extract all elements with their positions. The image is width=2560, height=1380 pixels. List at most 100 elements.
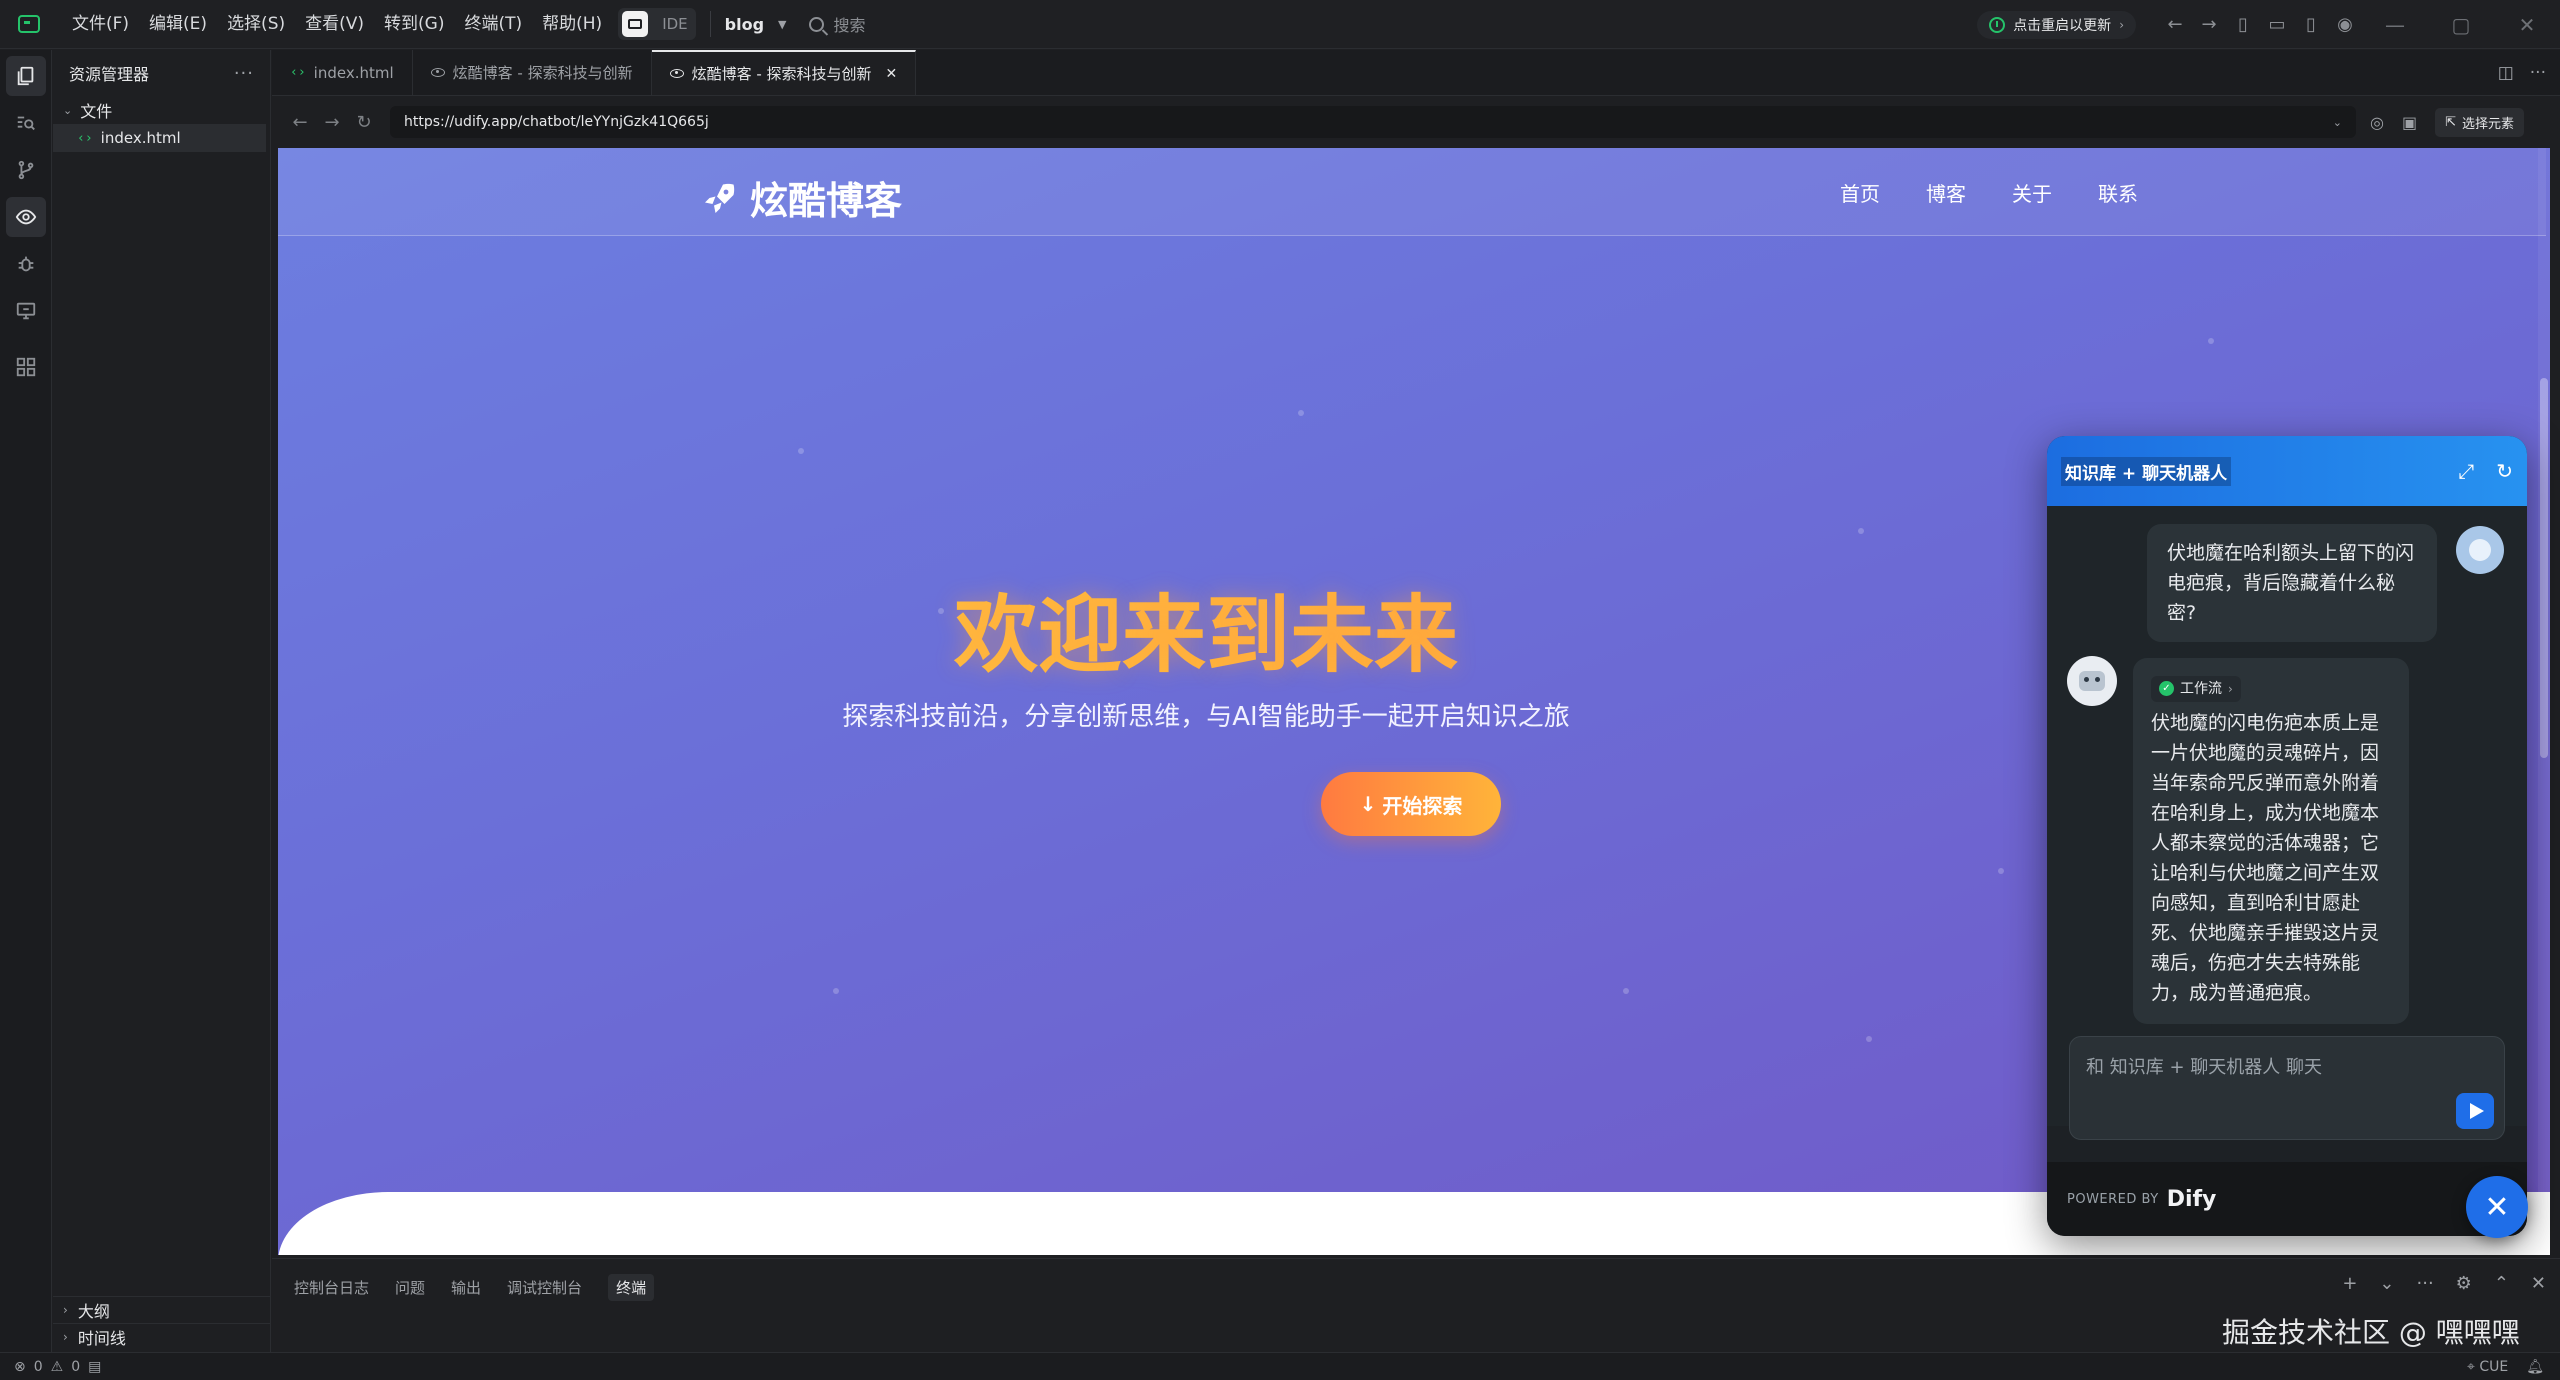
chevron-down-icon[interactable]: ⌄ xyxy=(2333,116,2342,129)
tab-index-html[interactable]: ‹› index.html xyxy=(272,50,413,95)
source-control-activity[interactable] xyxy=(6,150,46,190)
menu-edit[interactable]: 编辑(E) xyxy=(139,0,217,49)
debug-activity[interactable] xyxy=(6,244,46,284)
url-input[interactable]: https://udify.app/chatbot/leYYnjGzk41Q66… xyxy=(390,106,2356,138)
maximize-icon[interactable]: ▢ xyxy=(2428,13,2494,37)
search-activity[interactable] xyxy=(6,103,46,143)
remote-activity[interactable] xyxy=(6,291,46,331)
maximize-panel-icon[interactable]: ⌃ xyxy=(2494,1273,2509,1294)
refresh-icon[interactable]: ↻ xyxy=(2496,459,2513,483)
settings-sliders-icon[interactable]: ⚙ xyxy=(2456,1273,2472,1294)
outline-section[interactable]: › 大纲 xyxy=(53,1296,271,1323)
search-placeholder: 搜索 xyxy=(833,16,866,35)
check-circle-icon: ✓ xyxy=(2159,681,2174,696)
bottom-panel: 控制台日志 问题 输出 调试控制台 终端 + ⌄ ··· ⚙ ⌃ ✕ 掘金技术社… xyxy=(272,1258,2560,1380)
user-message: 伏地魔在哈利额头上留下的闪电疤痕，背后隐藏着什么秘密? xyxy=(2147,524,2437,642)
particle xyxy=(1858,528,1864,534)
account-icon[interactable]: ◉ xyxy=(2328,14,2362,35)
close-chat-button[interactable]: ✕ xyxy=(2466,1176,2528,1238)
site-logo[interactable]: 炫酷博客 xyxy=(702,170,902,225)
file-index-html[interactable]: ‹› index.html xyxy=(53,124,266,152)
nav-home[interactable]: 首页 xyxy=(1840,178,1880,207)
warning-count[interactable]: 0 xyxy=(71,1359,80,1375)
more-actions-icon[interactable]: ··· xyxy=(2530,63,2546,83)
project-name: blog xyxy=(724,14,765,34)
ai-status-label: CUE xyxy=(2479,1359,2509,1375)
menu-go[interactable]: 转到(G) xyxy=(374,0,454,49)
dify-logo[interactable]: Dify xyxy=(2167,1187,2217,1212)
chat-input[interactable]: 和 知识库 + 聊天机器人 聊天 xyxy=(2069,1036,2505,1140)
menu-file[interactable]: 文件(F) xyxy=(62,0,139,49)
split-editor-icon[interactable]: ◫ xyxy=(2498,63,2514,83)
menu-view[interactable]: 查看(V) xyxy=(295,0,374,49)
close-window-icon[interactable]: ✕ xyxy=(2494,13,2560,37)
tab-console-log[interactable]: 控制台日志 xyxy=(294,1277,369,1298)
forward-icon[interactable]: → xyxy=(316,112,348,133)
extensions-activity[interactable] xyxy=(6,347,46,387)
start-explore-button[interactable]: ↓ 开始探索 xyxy=(1321,772,1501,836)
tab-output[interactable]: 输出 xyxy=(451,1277,481,1298)
pick-element-label: 选择元素 xyxy=(2462,116,2515,132)
ai-status[interactable]: ⌖ CUE xyxy=(2467,1359,2508,1375)
title-bar: 文件(F) 编辑(E) 选择(S) 查看(V) 转到(G) 终端(T) 帮助(H… xyxy=(0,0,2560,49)
tab-preview-1[interactable]: 炫酷博客 - 探索科技与创新 xyxy=(413,50,652,95)
nav-contact[interactable]: 联系 xyxy=(2098,178,2138,207)
menu-help[interactable]: 帮助(H) xyxy=(532,0,612,49)
back-icon[interactable]: ← xyxy=(284,112,316,133)
explorer-activity[interactable] xyxy=(6,56,46,96)
menu-selection[interactable]: 选择(S) xyxy=(217,0,295,49)
notifications-icon[interactable]: 🔔︎ xyxy=(2526,1359,2544,1375)
ports-icon[interactable]: ▤ xyxy=(88,1359,101,1375)
chevron-right-icon: › xyxy=(2228,681,2233,696)
more-icon[interactable]: ··· xyxy=(2417,1273,2434,1294)
more-icon[interactable]: ··· xyxy=(234,63,254,84)
command-search[interactable]: 搜索 xyxy=(808,12,866,36)
url-text: https://udify.app/chatbot/leYYnjGzk41Q66… xyxy=(404,114,709,130)
add-terminal-icon[interactable]: + xyxy=(2342,1273,2357,1294)
ide-label: IDE xyxy=(662,15,688,33)
tab-label: index.html xyxy=(313,63,394,82)
status-right: ⌖ CUE 🔔︎ xyxy=(2467,1353,2544,1380)
timeline-section[interactable]: › 时间线 xyxy=(53,1323,271,1350)
panel-tabs: 控制台日志 问题 输出 调试控制台 终端 xyxy=(272,1259,2560,1315)
monitor-icon xyxy=(16,302,36,320)
tab-preview-2[interactable]: 炫酷博客 - 探索科技与创新 ✕ xyxy=(651,50,917,95)
app-logo-icon xyxy=(18,15,40,33)
folder-files[interactable]: ⌄ 文件 xyxy=(53,96,270,124)
menu-terminal[interactable]: 终端(T) xyxy=(454,0,532,49)
toggle-secondary-sidebar-icon[interactable]: ▯ xyxy=(2294,14,2328,35)
tab-label: 炫酷博客 - 探索科技与创新 xyxy=(691,65,872,83)
toggle-panel-icon[interactable]: ▭ xyxy=(2260,14,2294,35)
restart-update-button[interactable]: 点击重启以更新 › xyxy=(1977,10,2136,39)
ide-mode-toggle[interactable]: IDE xyxy=(618,8,696,40)
reload-icon[interactable]: ↻ xyxy=(348,112,380,133)
expand-icon[interactable]: ⤢ xyxy=(2458,459,2474,483)
nav-about[interactable]: 关于 xyxy=(2012,178,2052,207)
minimize-icon[interactable]: — xyxy=(2362,13,2428,37)
webview-scrollbar[interactable] xyxy=(2538,148,2550,1255)
scrollbar-thumb[interactable] xyxy=(2540,378,2548,758)
particle xyxy=(1866,1036,1872,1042)
pick-element-button[interactable]: ⇱ 选择元素 xyxy=(2435,107,2525,137)
toggle-sidebar-icon[interactable]: ▯ xyxy=(2226,14,2260,35)
back-arrow-icon[interactable]: ← xyxy=(2158,14,2192,35)
particle xyxy=(1623,988,1629,994)
nav-blog[interactable]: 博客 xyxy=(1926,178,1966,207)
chevron-down-icon[interactable]: ⌄ xyxy=(2379,1273,2394,1294)
device-toggle-icon[interactable]: ▣ xyxy=(2402,113,2417,132)
close-tab-icon[interactable]: ✕ xyxy=(886,66,898,82)
site-nav: 首页 博客 关于 联系 xyxy=(1840,178,2138,207)
tab-debug-console[interactable]: 调试控制台 xyxy=(507,1277,582,1298)
tab-problems[interactable]: 问题 xyxy=(395,1277,425,1298)
error-count[interactable]: 0 xyxy=(34,1359,43,1375)
project-selector[interactable]: blog ▼ xyxy=(725,15,787,34)
forward-arrow-icon[interactable]: → xyxy=(2192,14,2226,35)
chat-messages[interactable]: 伏地魔在哈利额头上留下的闪电疤痕，背后隐藏着什么秘密? ✓ 工作流 › 伏地魔的… xyxy=(2047,506,2527,1126)
preview-activity[interactable] xyxy=(6,197,46,237)
tab-terminal[interactable]: 终端 xyxy=(608,1273,655,1301)
send-button[interactable] xyxy=(2456,1093,2494,1129)
close-panel-icon[interactable]: ✕ xyxy=(2531,1273,2546,1294)
rocket-icon xyxy=(705,183,735,213)
workflow-toggle[interactable]: ✓ 工作流 › xyxy=(2151,675,2241,702)
target-icon[interactable]: ◎ xyxy=(2370,113,2384,132)
